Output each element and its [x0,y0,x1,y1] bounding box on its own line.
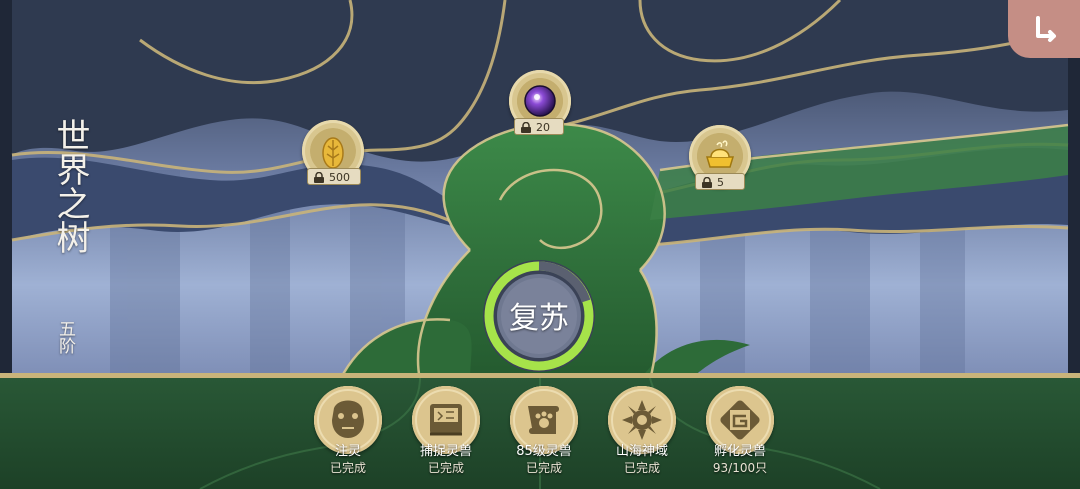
task-status: 93/100只 [712,461,768,475]
return-arrow-icon [1036,16,1056,42]
lock-badge-purple-orb: 20 [514,118,564,135]
task-level-85-beast[interactable]: 85级灵兽 已完成 [503,386,585,486]
lock-badge-golden-seed: 500 [307,168,361,185]
page-title: 世界之树 [50,118,90,254]
lock-badge-golden-treasure: 5 [695,173,745,190]
task-status: 已完成 [623,461,660,475]
tree-stage-label: 五阶 [55,320,75,354]
task-hatch-beast[interactable]: 孵化灵兽 93/100只 [699,386,781,486]
task-name: 山海神域 [615,444,668,459]
task-mountain-sea-realm[interactable]: 山海神域 已完成 [601,386,683,486]
revive-label: 复苏 [509,301,569,336]
game-screen: 世界之树 五阶 500 20 5 复苏 注灵 已完成 捕捉灵兽 已完成 85级灵… [0,0,1080,489]
back-button[interactable] [1008,0,1080,58]
task-name: 捕捉灵兽 [419,444,472,459]
task-status: 已完成 [329,461,366,475]
lock-icon [702,177,712,188]
task-name: 85级灵兽 [516,444,572,459]
lock-value: 5 [717,176,724,189]
task-name: 注灵 [334,444,361,459]
revive-button[interactable]: 复苏 [480,257,598,375]
task-infuse-spirit[interactable]: 注灵 已完成 [307,386,389,486]
task-status: 已完成 [525,461,562,475]
task-capture-beast[interactable]: 捕捉灵兽 已完成 [405,386,487,486]
lock-value: 20 [536,121,550,134]
task-name: 孵化灵兽 [713,444,766,459]
lock-icon [314,172,324,183]
lock-value: 500 [329,171,350,184]
task-status: 已完成 [427,461,464,475]
lock-icon [521,122,531,133]
